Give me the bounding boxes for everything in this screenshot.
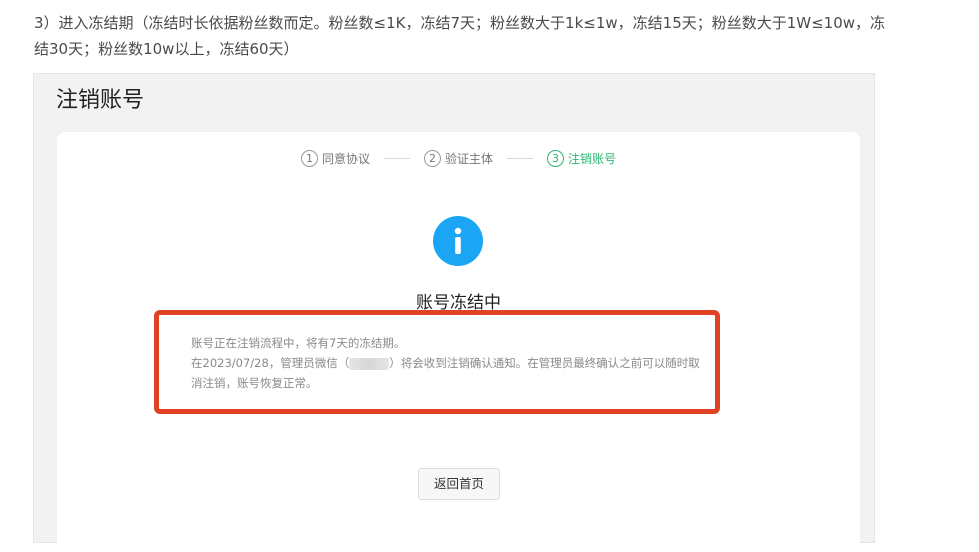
- content-card: 1 同意协议 2 验证主体 3 注销账号 账号冻结中 账号正在注销流程中，将有7…: [57, 132, 860, 552]
- step-cancel-account: 3 注销账号: [547, 150, 616, 167]
- step-divider: [383, 158, 410, 159]
- status-line-2: 在2023/07/28，管理员微信（ ）将会收到注销确认通知。在管理员最终确认之前…: [191, 353, 711, 393]
- status-description: 账号正在注销流程中，将有7天的冻结期。 在2023/07/28，管理员微信（ ）将…: [191, 333, 711, 393]
- step-number: 2: [423, 150, 441, 167]
- masked-wechat-id: [349, 357, 390, 370]
- screenshot-frame: 注销账号 1 同意协议 2 验证主体 3 注销账号 账号冻结中 账号正在注销流程…: [33, 73, 875, 552]
- step-divider: [507, 158, 533, 159]
- step-label: 同意协议: [321, 152, 370, 166]
- status-line-2-start: 在2023/07/28，管理员微信（: [191, 356, 350, 370]
- step-label: 验证主体: [444, 152, 493, 166]
- step-number: 1: [300, 150, 318, 167]
- step-label: 注销账号: [568, 152, 617, 166]
- info-icon: [433, 216, 483, 266]
- step-indicator: 1 同意协议 2 验证主体 3 注销账号: [57, 150, 860, 167]
- status-line-1: 账号正在注销流程中，将有7天的冻结期。: [191, 336, 406, 350]
- step-verify: 2 验证主体: [423, 150, 493, 167]
- page-title: 注销账号: [56, 88, 145, 113]
- step-agree: 1 同意协议: [300, 150, 370, 167]
- step-number: 3: [547, 150, 564, 167]
- intro-paragraph: 3）进入冻结期（冻结时长依据粉丝数而定。粉丝数≤1K，冻结7天；粉丝数大于1k≤…: [34, 14, 886, 58]
- back-home-button[interactable]: 返回首页: [418, 468, 500, 500]
